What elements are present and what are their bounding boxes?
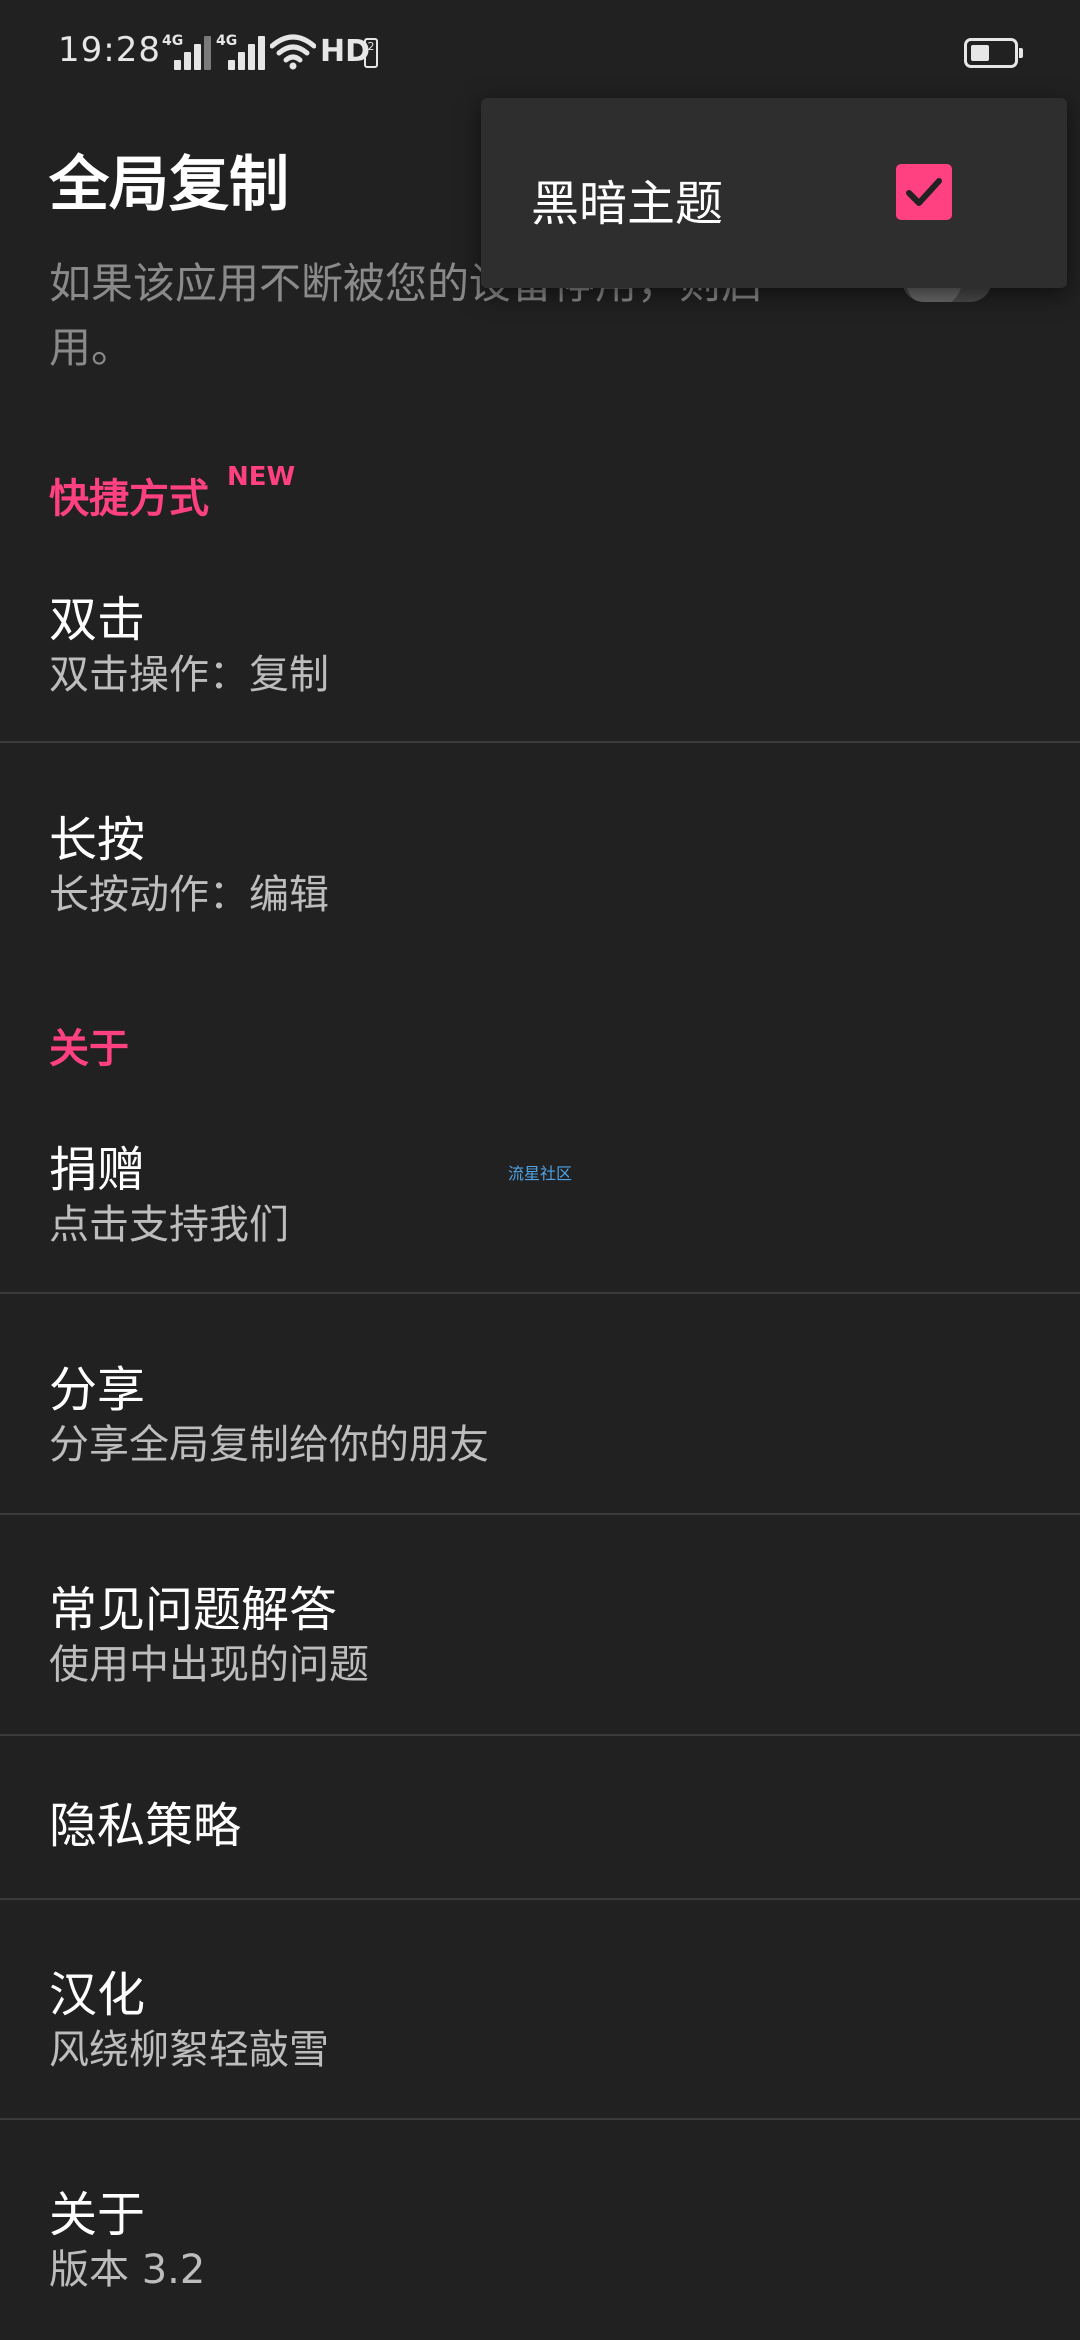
pref-title: 双击: [49, 592, 146, 648]
pref-title: 汉化: [49, 1967, 146, 2023]
divider: [0, 1513, 1080, 1515]
dark-theme-checkbox[interactable]: [896, 164, 952, 220]
pref-long-press[interactable]: 长按 长按动作：编辑: [0, 780, 1080, 960]
pref-title: 常见问题解答: [49, 1582, 338, 1638]
cellular-signal-icon: 4G: [162, 34, 214, 70]
pref-title: 关于: [49, 2187, 146, 2243]
pref-about[interactable]: 关于 版本 3.2: [0, 2155, 1080, 2335]
pref-faq[interactable]: 常见问题解答 使用中出现的问题: [0, 1550, 1080, 1730]
pref-summary: 风绕柳絮轻敲雪: [49, 2027, 329, 2073]
section-header-about: 关于: [49, 1026, 129, 1072]
overflow-menu: 黑暗主题: [481, 98, 1067, 288]
pref-summary: 点击支持我们: [49, 1202, 289, 1248]
status-time: 19:28: [58, 30, 161, 70]
pref-summary: 版本 3.2: [49, 2247, 206, 2293]
cellular-signal-icon-2: 4G: [216, 34, 268, 70]
pref-summary: 使用中出现的问题: [49, 1642, 369, 1688]
status-bar: 19:28 4G 4G HD 2: [0, 0, 1080, 108]
divider: [0, 1734, 1080, 1736]
dark-theme-label: 黑暗主题: [531, 176, 724, 232]
pref-title: 捐赠: [49, 1142, 146, 1198]
pref-share[interactable]: 分享 分享全局复制给你的朋友: [0, 1330, 1080, 1510]
new-badge: NEW: [227, 462, 296, 492]
pref-privacy-policy[interactable]: 隐私策略: [0, 1770, 1080, 1900]
hd-voice-indicator: HD: [320, 34, 371, 69]
pref-title: 分享: [49, 1362, 146, 1418]
divider: [0, 1898, 1080, 1900]
pref-title: 隐私策略: [49, 1798, 242, 1854]
pref-title: 长按: [49, 812, 146, 868]
watermark: 流星社区: [508, 1164, 573, 1183]
pref-double-tap[interactable]: 双击 双击操作：复制: [0, 560, 1080, 740]
pref-summary: 分享全局复制给你的朋友: [49, 1422, 489, 1468]
pref-donate[interactable]: 捐赠 点击支持我们: [0, 1110, 1080, 1290]
wifi-icon: [270, 34, 316, 70]
divider: [0, 1292, 1080, 1294]
divider: [0, 2118, 1080, 2120]
pref-summary: 双击操作：复制: [49, 652, 329, 698]
pref-translation[interactable]: 汉化 风绕柳絮轻敲雪: [0, 1935, 1080, 2115]
hd-voice-sub: 2: [364, 38, 378, 68]
menu-item-dark-theme[interactable]: 黑暗主题: [481, 98, 1067, 288]
section-header-shortcuts: 快捷方式: [49, 476, 209, 522]
battery-icon: [964, 38, 1023, 68]
divider: [0, 741, 1080, 743]
pref-summary: 长按动作：编辑: [49, 872, 329, 918]
app-title: 全局复制: [49, 150, 289, 220]
check-icon: [906, 178, 942, 206]
